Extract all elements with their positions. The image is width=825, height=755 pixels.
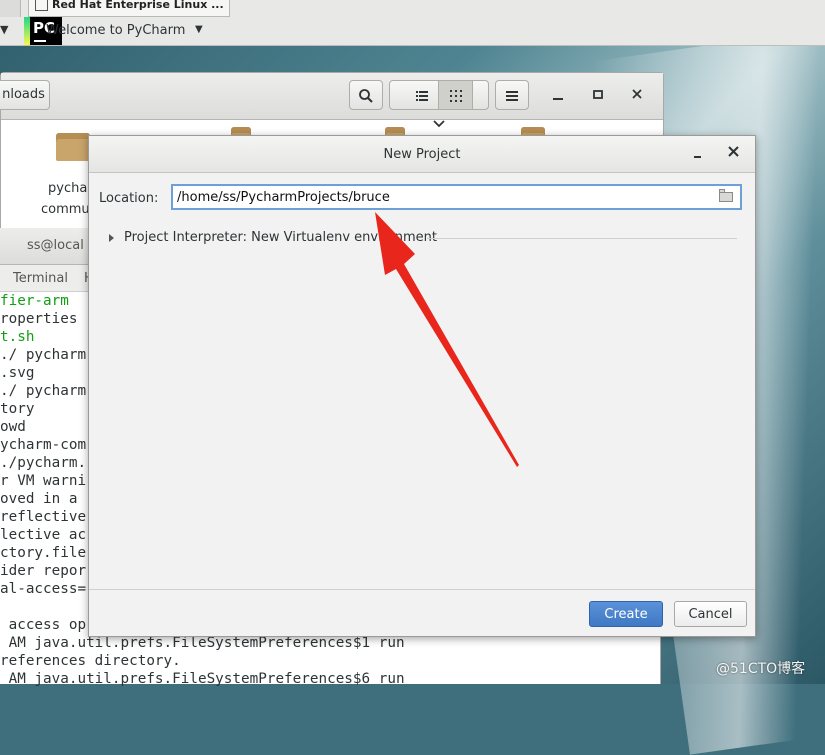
- page-icon: [35, 0, 48, 11]
- view-mode-group: [389, 80, 489, 127]
- expand-triangle-icon: [109, 233, 114, 242]
- new-project-dialog: New Project Location: Project Interprete…: [88, 135, 756, 637]
- list-view-icon: [415, 90, 428, 101]
- terminal-line: lective ac: [0, 527, 87, 543]
- logo-stripe: [24, 17, 30, 45]
- terminal-title: ss@local: [27, 238, 84, 253]
- dialog-close-button[interactable]: [728, 144, 739, 162]
- terminal-line: ./ pycharm: [0, 383, 87, 399]
- terminal-line: r VM warni: [0, 473, 87, 489]
- terminal-line: ycharm-com: [0, 437, 87, 453]
- terminal-line: references directory.: [0, 653, 181, 669]
- button-bar-separator: [89, 589, 755, 590]
- minimize-icon: [694, 156, 701, 158]
- hamburger-menu-button[interactable]: [495, 80, 529, 110]
- logo-bar: [34, 40, 46, 42]
- project-interpreter-label: Project Interpreter: New Virtualenv envi…: [124, 230, 437, 245]
- project-interpreter-expander[interactable]: Project Interpreter: New Virtualenv envi…: [109, 230, 437, 245]
- file-label: pycha: [48, 181, 88, 196]
- maximize-button[interactable]: [593, 87, 603, 105]
- chevron-down-icon[interactable]: ▼: [0, 23, 8, 36]
- file-manager-headerbar: nloads: [0, 73, 663, 127]
- close-button[interactable]: [632, 87, 642, 105]
- maximize-icon: [593, 90, 603, 99]
- terminal-line: t.sh: [0, 329, 35, 345]
- browser-tab[interactable]: Red Hat Enterprise Linux ...: [28, 0, 230, 17]
- folder-icon: [719, 192, 733, 202]
- menu-icon: [506, 90, 518, 101]
- location-label: Location:: [99, 191, 159, 206]
- terminal-line: owd: [0, 419, 26, 435]
- grid-view-icon: [449, 89, 462, 102]
- close-icon: [728, 146, 739, 157]
- dialog-title: New Project: [383, 147, 461, 162]
- location-field[interactable]: [171, 184, 742, 210]
- search-button[interactable]: [349, 80, 383, 110]
- minimize-icon: [553, 98, 563, 100]
- browser-tab-title: Red Hat Enterprise Linux ...: [52, 0, 224, 11]
- terminal-line: fier-arm: [0, 293, 69, 309]
- menu-item-terminal[interactable]: Terminal: [13, 271, 68, 286]
- terminal-line: ctory.file: [0, 545, 87, 561]
- browser-tab-blank[interactable]: [0, 0, 21, 17]
- terminal-line: access op: [8, 617, 87, 633]
- search-icon: [359, 88, 373, 103]
- terminal-line: ider repor: [0, 563, 87, 579]
- terminal-line: ./ pycharm: [0, 347, 87, 363]
- terminal-line: reflective: [0, 509, 87, 525]
- terminal-line: .svg: [0, 365, 35, 381]
- browse-folder-button[interactable]: [719, 189, 735, 203]
- list-view-button[interactable]: [405, 81, 439, 109]
- app-menu-dropdown-icon[interactable]: ▼: [195, 24, 203, 35]
- downloads-path-button[interactable]: nloads: [0, 80, 50, 110]
- terminal-line: tory: [0, 401, 35, 417]
- close-icon: [632, 89, 642, 99]
- terminal-line: AM java.util.prefs.FileSystemPreferences…: [8, 671, 405, 687]
- app-menu-title[interactable]: Welcome to PyCharm: [46, 23, 185, 38]
- terminal-line: oved in a: [0, 491, 78, 507]
- dialog-titlebar: New Project: [89, 136, 755, 173]
- terminal-line: ./pycharm.: [0, 455, 87, 471]
- file-label-line2: commu: [41, 202, 90, 217]
- terminal-line: roperties: [0, 311, 78, 327]
- watermark: @51CTO博客: [716, 661, 806, 677]
- browser-tab-strip: Red Hat Enterprise Linux ...: [0, 0, 825, 18]
- terminal-line: AM java.util.prefs.FileSystemPreferences…: [8, 635, 405, 651]
- section-divider: [427, 238, 737, 239]
- dialog-minimize-button[interactable]: [693, 146, 703, 164]
- minimize-button[interactable]: [553, 87, 563, 105]
- terminal-line: al-access=: [0, 581, 87, 597]
- create-button[interactable]: Create: [589, 601, 663, 627]
- gnome-top-bar: ▼ PC Welcome to PyCharm ▼: [0, 17, 825, 46]
- cancel-button[interactable]: Cancel: [674, 601, 747, 627]
- folder-icon[interactable]: [56, 133, 90, 161]
- grid-view-button[interactable]: [439, 81, 473, 109]
